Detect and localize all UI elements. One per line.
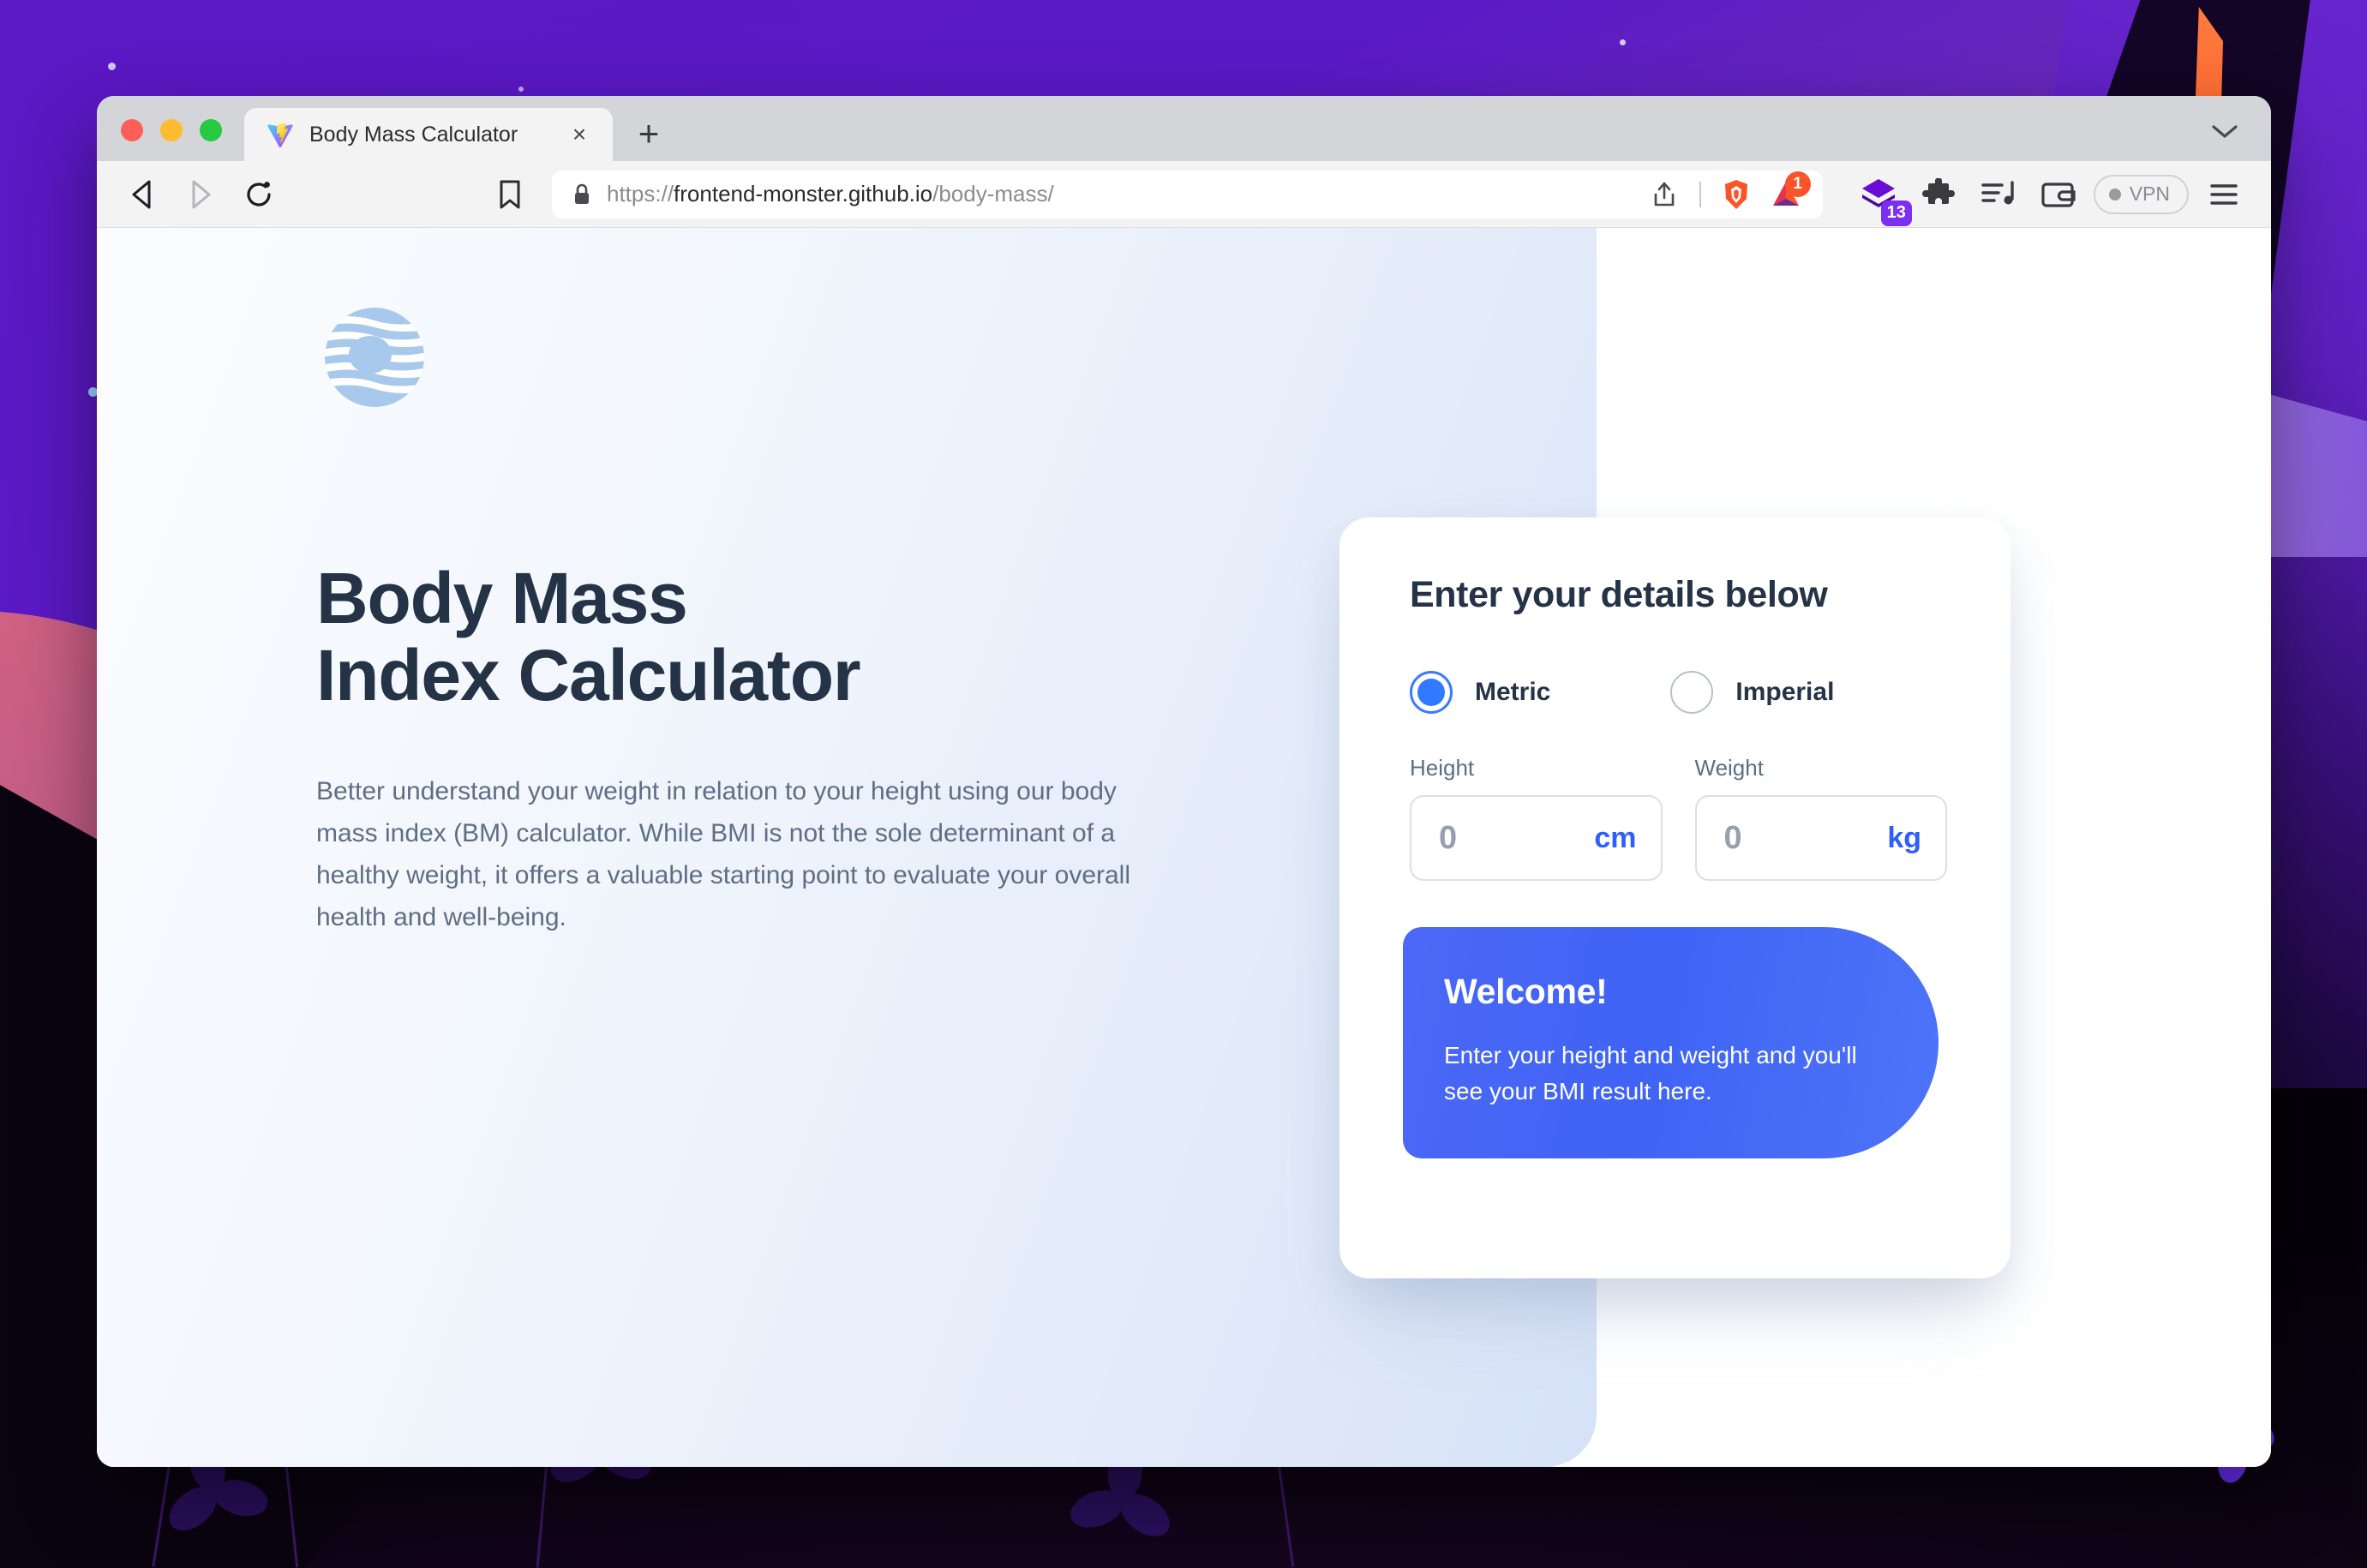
brave-shields-lion-icon[interactable]: [1713, 171, 1759, 218]
vpn-status-dot: [2108, 188, 2121, 200]
url-bar-actions: 1: [1641, 171, 1811, 218]
hamburger-menu-icon[interactable]: [2199, 170, 2249, 219]
playlist-music-icon[interactable]: [1974, 170, 2023, 219]
chevron-down-icon[interactable]: [2208, 115, 2242, 149]
url-bar[interactable]: https://frontend-monster.github.io/body-…: [552, 170, 1823, 218]
wallpaper-star: [518, 87, 524, 92]
browser-extension-icons: 13 VPN: [1854, 170, 2249, 226]
browser-tab-bar: Body Mass Calculator × +: [97, 96, 2271, 161]
bmi-calculator-card: Enter your details below Metric Imperial…: [1339, 518, 2010, 1278]
maximize-window-button[interactable]: [200, 119, 222, 141]
wallpaper-star: [1620, 39, 1626, 45]
result-description: Enter your height and weight and you'll …: [1444, 1042, 1857, 1104]
wallpaper-star: [108, 63, 116, 70]
url-scheme: https://: [607, 181, 674, 206]
wallet-icon[interactable]: [2034, 170, 2083, 219]
minimize-window-button[interactable]: [160, 119, 183, 141]
url-path: /body-mass/: [932, 181, 1054, 206]
browser-tab[interactable]: Body Mass Calculator ×: [244, 108, 613, 161]
height-value: 0: [1439, 819, 1458, 856]
browser-window: Body Mass Calculator × + https://fronten…: [97, 96, 2271, 1467]
weight-field-group: Weight 0 kg: [1694, 755, 1947, 881]
unit-selector-group: Metric Imperial: [1410, 671, 1947, 714]
bat-notification-badge: 1: [1784, 171, 1811, 197]
url-domain: frontend-monster.github.io: [674, 181, 933, 206]
page-description: Better understand your weight in relatio…: [316, 777, 1131, 931]
web-page-content: Body Mass Index Calculator Better unders…: [97, 228, 2271, 1467]
radio-metric[interactable]: [1410, 671, 1453, 714]
back-icon[interactable]: [116, 168, 169, 221]
desktop-wallpaper: Body Mass Calculator × + https://fronten…: [0, 0, 2367, 1568]
forward-icon: [174, 168, 227, 221]
unit-option-imperial[interactable]: Imperial: [1670, 671, 1834, 714]
reload-icon[interactable]: [232, 168, 285, 221]
close-window-button[interactable]: [121, 119, 143, 141]
vpn-toggle-button[interactable]: VPN: [2093, 174, 2189, 214]
result-title: Welcome!: [1444, 972, 1608, 1011]
measurement-fields: Height 0 cm Weight 0 kg: [1410, 755, 1947, 881]
unit-option-metric[interactable]: Metric: [1410, 671, 1550, 714]
bmi-result-panel: Welcome! Enter your height and weight an…: [1403, 927, 1939, 1158]
lock-icon: [572, 183, 591, 206]
unit-label-imperial: Imperial: [1735, 678, 1835, 706]
close-tab-button[interactable]: ×: [565, 120, 594, 149]
weight-label: Weight: [1694, 755, 1764, 781]
striped-globe-logo: [322, 305, 427, 410]
weight-value: 0: [1723, 819, 1742, 856]
window-traffic-lights: [121, 119, 222, 161]
vite-lightning-icon: [267, 121, 294, 148]
share-icon[interactable]: [1641, 171, 1687, 218]
browser-toolbar: https://frontend-monster.github.io/body-…: [97, 161, 2271, 228]
page-title: Body Mass Index Calculator: [316, 558, 861, 715]
vpn-label: VPN: [2129, 183, 2170, 205]
height-unit: cm: [1594, 821, 1637, 854]
card-title: Enter your details below: [1410, 574, 1828, 615]
radio-imperial[interactable]: [1670, 671, 1714, 714]
puzzle-extensions-icon[interactable]: [1914, 170, 1963, 219]
bookmark-icon[interactable]: [483, 168, 536, 221]
brave-rewards-bat-icon[interactable]: 1: [1763, 171, 1811, 218]
extension-count-badge: 13: [1880, 200, 1912, 226]
height-input[interactable]: 0 cm: [1410, 795, 1663, 881]
toolbar-divider: [1699, 181, 1701, 207]
extension-layers-icon[interactable]: 13: [1854, 170, 1912, 226]
new-tab-button[interactable]: +: [625, 110, 673, 158]
unit-label-metric: Metric: [1475, 678, 1551, 706]
height-field-group: Height 0 cm: [1410, 755, 1663, 881]
weight-unit: kg: [1887, 821, 1921, 854]
height-label: Height: [1410, 755, 1475, 781]
browser-tab-title: Body Mass Calculator: [309, 122, 518, 147]
url-text: https://frontend-monster.github.io/body-…: [607, 181, 1626, 207]
weight-input[interactable]: 0 kg: [1694, 795, 1947, 881]
